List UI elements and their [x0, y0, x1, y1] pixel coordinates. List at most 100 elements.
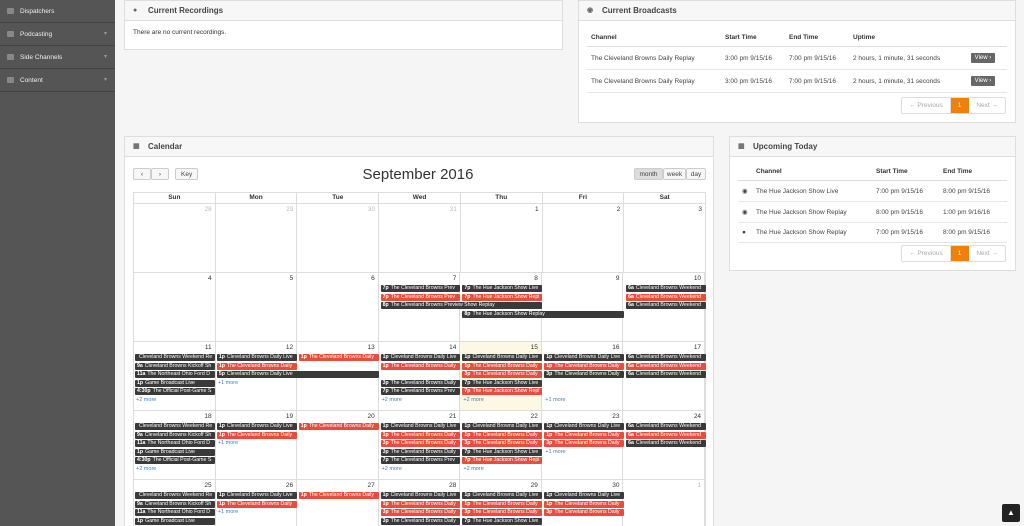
day-number[interactable]: 29	[286, 206, 293, 213]
calendar-event[interactable]: 3p The Cleveland Browns Daily	[380, 509, 461, 516]
day-number[interactable]: 1	[697, 482, 701, 489]
calendar-day[interactable]: 4	[134, 273, 216, 341]
calendar-event[interactable]: 1p Game Broadcast Live	[135, 379, 215, 387]
calendar-event[interactable]: 1p Game Broadcast Live	[135, 517, 215, 525]
calendar-day[interactable]: 5	[216, 273, 298, 341]
calendar-event[interactable]: 1p The Cleveland Browns Daily	[216, 500, 297, 508]
calendar-event[interactable]: 7p The Hue Jackson Show Repl	[462, 293, 543, 301]
calendar-day[interactable]: 28	[134, 204, 216, 272]
calendar-event[interactable]: 11a The Northeast Ohio Ford D	[135, 371, 215, 378]
day-number[interactable]: 13	[368, 344, 375, 351]
calendar-event[interactable]: 1p Cleveland Browns Daily Live	[462, 354, 543, 361]
day-number[interactable]: 25	[204, 482, 211, 489]
calendar-day[interactable]: 30	[297, 204, 380, 272]
calendar-event[interactable]: 11a The Northeast Ohio Ford D	[135, 509, 215, 516]
calendar-event[interactable]: 3p The Cleveland Browns Daily	[380, 379, 461, 387]
calendar-event[interactable]: 1p The Cleveland Browns Daily	[462, 500, 543, 508]
calendar-event[interactable]: 5p Cleveland Browns Daily Live	[216, 371, 379, 378]
calendar-event[interactable]: 1p The Cleveland Browns Daily	[544, 431, 625, 439]
day-number[interactable]: 7	[453, 275, 457, 282]
day-number[interactable]: 12	[286, 344, 293, 351]
calendar-event[interactable]: 1p Cleveland Browns Daily Live	[544, 492, 625, 499]
calendar-day[interactable]: 1	[461, 204, 543, 272]
calendar-event[interactable]: 7p The Hue Jackson Show Repl	[462, 388, 543, 395]
calendar-event[interactable]: 1p The Cleveland Browns Daily	[298, 492, 379, 499]
next-page-button[interactable]: Next →	[969, 246, 1005, 261]
day-number[interactable]: 11	[205, 344, 212, 351]
calendar-event[interactable]: 6a Cleveland Browns Weekend	[626, 362, 706, 370]
calendar-event[interactable]: 3p The Cleveland Browns Daily	[462, 440, 543, 447]
day-number[interactable]: 15	[531, 344, 538, 351]
day-number[interactable]: 10	[694, 275, 701, 282]
calendar-event[interactable]: 1p The Cleveland Browns Daily	[462, 431, 543, 439]
day-number[interactable]: 21	[449, 413, 456, 420]
calendar-event[interactable]: 9a Cleveland Browns Kickoff Sh	[135, 431, 215, 439]
calendar-event[interactable]: 6a Cleveland Browns Weekend	[626, 302, 706, 309]
calendar-day[interactable]: 2	[543, 204, 625, 272]
calendar-event[interactable]: 7p The Hue Jackson Show Live	[462, 285, 543, 292]
calendar-event[interactable]: 6a Cleveland Browns Weekend	[626, 371, 706, 378]
day-number[interactable]: 30	[612, 482, 619, 489]
calendar-event[interactable]: 9a Cleveland Browns Kickoff Sh	[135, 362, 215, 370]
day-number[interactable]: 30	[368, 206, 375, 213]
calendar-event[interactable]: 4:30p The Official Post-Game S	[135, 457, 215, 464]
more-events-link[interactable]: +1 more	[545, 397, 565, 403]
more-events-link[interactable]: +2 more	[382, 466, 402, 472]
calendar-event[interactable]: Cleveland Browns Weekend Re	[135, 423, 215, 430]
calendar-event[interactable]: 1p The Cleveland Browns Daily	[544, 500, 625, 508]
sidebar-item-podcasting[interactable]: Podcasting ▾	[0, 23, 115, 46]
calendar-day[interactable]: 29	[216, 204, 298, 272]
day-number[interactable]: 4	[208, 275, 212, 282]
calendar-event[interactable]: 1p Cleveland Browns Daily Live	[380, 423, 461, 430]
more-events-link[interactable]: +1 more	[218, 509, 238, 515]
calendar-day[interactable]: 31	[379, 204, 461, 272]
more-events-link[interactable]: +2 more	[463, 397, 483, 403]
more-events-link[interactable]: +2 more	[136, 397, 156, 403]
view-button[interactable]: View ›	[970, 76, 996, 86]
calendar-event[interactable]: 7p The Hue Jackson Show Live	[462, 379, 543, 387]
day-number[interactable]: 2	[617, 206, 621, 213]
calendar-event[interactable]: 6a Cleveland Browns Weekend	[626, 440, 706, 447]
calendar-event[interactable]: 7p The Cleveland Browns Prev	[380, 457, 461, 464]
calendar-event[interactable]: 1p Cleveland Browns Daily Live	[216, 354, 297, 361]
calendar-event[interactable]: 7p The Cleveland Browns Prev	[380, 293, 461, 301]
more-events-link[interactable]: +2 more	[136, 466, 156, 472]
day-number[interactable]: 5	[290, 275, 294, 282]
more-events-link[interactable]: +1 more	[218, 380, 238, 386]
calendar-event[interactable]: 9a Cleveland Browns Kickoff Sh	[135, 500, 215, 508]
calendar-event[interactable]: 1p The Cleveland Browns Daily	[380, 431, 461, 439]
day-number[interactable]: 22	[531, 413, 538, 420]
day-number[interactable]: 31	[450, 206, 457, 213]
calendar-event[interactable]: 3p The Cleveland Browns Daily	[544, 440, 625, 447]
sidebar-item-content[interactable]: Content ▾	[0, 69, 115, 92]
day-number[interactable]: 17	[694, 344, 701, 351]
sidebar-item-dispatchers[interactable]: Dispatchers	[0, 0, 115, 23]
calendar-day[interactable]: 9	[542, 273, 624, 341]
view-day-button[interactable]: day	[686, 168, 706, 180]
day-number[interactable]: 14	[449, 344, 456, 351]
calendar-event[interactable]: 1p Game Broadcast Live	[135, 448, 215, 456]
scroll-to-top-button[interactable]: ▲	[1002, 504, 1020, 522]
calendar-event[interactable]: 7p The Hue Jackson Show Live	[462, 517, 543, 525]
calendar-day[interactable]: 6	[297, 273, 379, 341]
day-number[interactable]: 6	[371, 275, 375, 282]
day-number[interactable]: 20	[368, 413, 375, 420]
calendar-event[interactable]: 3p The Cleveland Browns Daily	[380, 440, 461, 447]
calendar-event[interactable]: 1p Cleveland Browns Daily Live	[544, 423, 625, 430]
calendar-event[interactable]: 7p The Cleveland Browns Prev	[380, 388, 461, 395]
day-number[interactable]: 16	[612, 344, 619, 351]
calendar-event[interactable]: 3p The Cleveland Browns Daily	[462, 371, 543, 378]
calendar-event[interactable]: 3p The Cleveland Browns Daily	[544, 371, 625, 378]
day-number[interactable]: 27	[368, 482, 375, 489]
view-button[interactable]: View ›	[970, 53, 996, 63]
calendar-event[interactable]: 1p Cleveland Browns Daily Live	[462, 492, 543, 499]
calendar-event[interactable]: 1p Cleveland Browns Daily Live	[462, 423, 543, 430]
day-number[interactable]: 26	[286, 482, 293, 489]
calendar-day[interactable]: 27	[297, 480, 379, 526]
calendar-day[interactable]: 20	[297, 411, 379, 479]
next-page-button[interactable]: Next →	[969, 98, 1005, 113]
view-month-button[interactable]: month	[634, 168, 663, 180]
calendar-event[interactable]: 1p Cleveland Browns Daily Live	[544, 354, 625, 361]
calendar-event[interactable]: 7p The Hue Jackson Show Live	[462, 448, 543, 456]
day-number[interactable]: 29	[531, 482, 538, 489]
